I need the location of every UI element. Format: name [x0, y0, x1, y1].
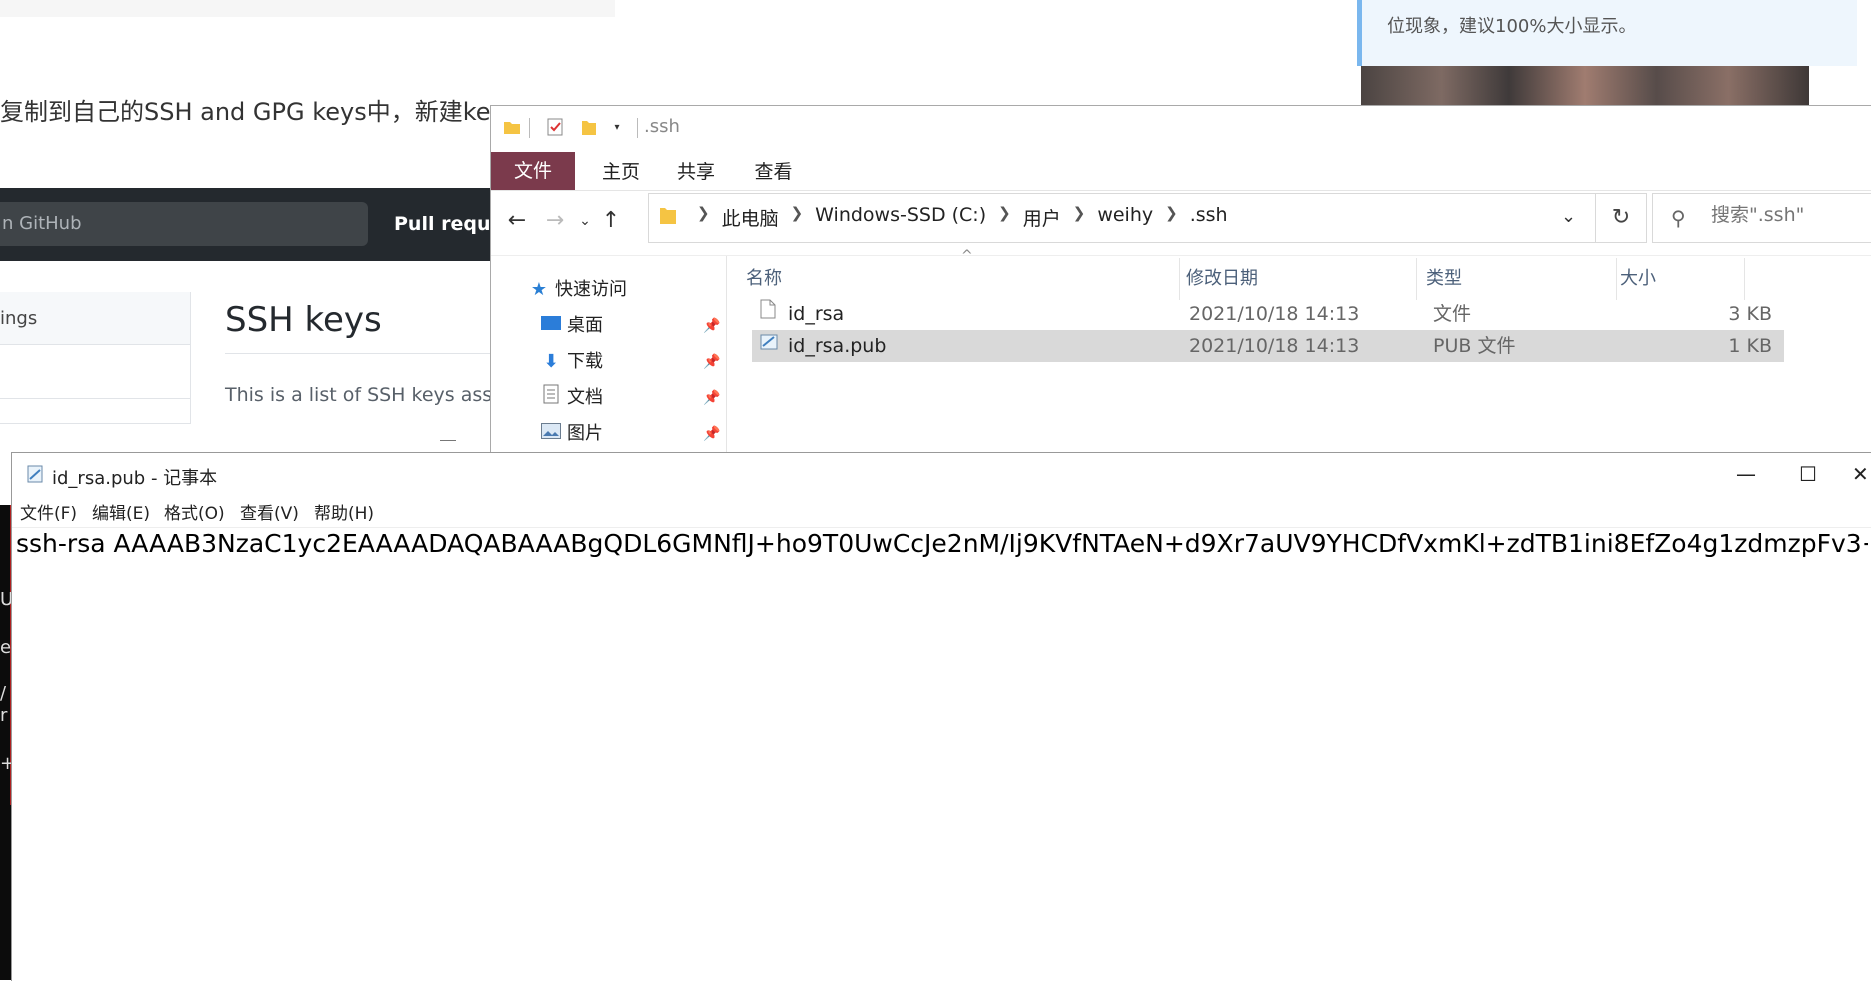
back-arrow-icon[interactable]: ← [503, 206, 531, 236]
breadcrumb-ssh[interactable]: .ssh [1190, 204, 1228, 231]
folder-icon [660, 206, 676, 229]
terminal-glyph: U [0, 589, 11, 610]
divider [225, 353, 495, 354]
new-folder-icon[interactable] [580, 118, 598, 136]
breadcrumb-user[interactable]: weihy [1097, 204, 1153, 231]
github-search-placeholder: n GitHub [2, 213, 82, 234]
file-name: id_rsa.pub [788, 335, 887, 357]
divider [637, 118, 638, 138]
tab-view[interactable]: 查看 [741, 156, 806, 188]
terminal-glyph: e [0, 637, 11, 658]
notepad-titlebar: id_rsa.pub - 记事本 — ☐ ✕ [12, 453, 1871, 495]
file-size: 3 KB [1728, 303, 1772, 325]
sidebar-item-label: 图片 [567, 423, 603, 444]
pin-icon[interactable]: 📌 [703, 318, 720, 334]
file-icon [760, 298, 776, 330]
terminal-glyph: r [0, 705, 8, 726]
breadcrumb-this-pc[interactable]: 此电脑 [722, 204, 779, 231]
up-arrow-icon[interactable]: ↑ [597, 206, 625, 236]
file-explorer-window: ▾ .ssh 文件 主页 共享 查看 ← → ⌄ ↑ ❯ 此电脑 ❯ Windo… [490, 105, 1871, 454]
tab-home[interactable]: 主页 [591, 156, 651, 188]
tab-file[interactable]: 文件 [491, 152, 575, 190]
menu-format[interactable]: 格式(O) [164, 499, 225, 524]
divider [0, 398, 190, 399]
sidebar-item-label: 文档 [567, 387, 603, 408]
column-header-type[interactable]: 类型 [1420, 258, 1617, 300]
github-pull-requests-link[interactable]: Pull reque [394, 213, 503, 235]
chevron-down-icon[interactable]: ⌄ [1561, 206, 1576, 227]
terminal-glyph: + [0, 753, 11, 774]
file-date: 2021/10/18 14:13 [1189, 303, 1360, 325]
menu-file[interactable]: 文件(F) [20, 499, 77, 524]
text-editor-area[interactable]: ssh-rsa AAAAB3NzaC1yc2EAAAADAQABAAABgQDL… [16, 527, 1868, 967]
chevron-right-icon[interactable]: ❯ [998, 204, 1011, 231]
sidebar-item-desktop[interactable]: 桌面 [539, 312, 603, 340]
chevron-right-icon[interactable]: ❯ [791, 204, 804, 231]
column-header-size[interactable]: 大小 [1614, 258, 1745, 300]
sidebar-item-downloads[interactable]: ⬇ 下载 [539, 348, 603, 376]
search-icon: ⚲ [1671, 206, 1686, 230]
document-icon [539, 384, 563, 413]
window-title: .ssh [644, 116, 680, 137]
blog-top-strip [0, 0, 615, 17]
breadcrumb: ❯ 此电脑 ❯ Windows-SSD (C:) ❯ 用户 ❯ weihy ❯ … [685, 204, 1228, 231]
file-date: 2021/10/18 14:13 [1189, 335, 1360, 357]
column-header-date[interactable]: 修改日期 [1180, 258, 1417, 300]
notepad-window: id_rsa.pub - 记事本 — ☐ ✕ 文件(F) 编辑(E) 格式(O)… [11, 452, 1871, 981]
ssh-keys-title: SSH keys [225, 300, 382, 340]
minimize-icon[interactable]: — [1720, 453, 1772, 495]
file-type: 文件 [1433, 303, 1472, 325]
terminal-window-edge: U e / r + [0, 505, 11, 980]
github-sidebar-label[interactable]: ings [0, 308, 37, 329]
picture-icon [539, 420, 563, 448]
column-header-name[interactable]: 名称 [740, 258, 1180, 300]
forward-arrow-icon[interactable]: → [541, 206, 569, 236]
pin-icon[interactable]: 📌 [703, 354, 720, 370]
terminal-glyph: / [0, 683, 7, 704]
sidebar-item-pictures[interactable]: 图片 [539, 420, 603, 448]
menu-help[interactable]: 帮助(H) [314, 499, 374, 524]
sidebar-item-label: 桌面 [567, 315, 603, 336]
file-name: id_rsa [788, 303, 845, 325]
chevron-right-icon[interactable]: ❯ [1073, 204, 1086, 231]
notepad-icon [26, 465, 44, 488]
pin-icon[interactable]: 📌 [703, 426, 720, 442]
table-row[interactable]: id_rsa 2021/10/18 14:13 文件 3 KB [752, 298, 1784, 330]
pub-file-icon [760, 330, 778, 362]
refresh-icon[interactable]: ↻ [1596, 193, 1647, 243]
menu-edit[interactable]: 编辑(E) [92, 499, 150, 524]
breadcrumb-users[interactable]: 用户 [1023, 204, 1061, 231]
window-title: id_rsa.pub - 记事本 [52, 468, 218, 489]
table-row[interactable]: id_rsa.pub 2021/10/18 14:13 PUB 文件 1 KB [752, 330, 1784, 362]
breadcrumb-drive[interactable]: Windows-SSD (C:) [815, 204, 986, 231]
desktop-icon [539, 312, 563, 340]
sidebar-item-label: 快速访问 [555, 279, 627, 300]
ssh-keys-description: This is a list of SSH keys assoc [225, 384, 515, 406]
file-type: PUB 文件 [1433, 335, 1516, 357]
notice-text: 位现象，建议100%大小显示。 [1387, 16, 1637, 37]
search-input[interactable] [1711, 204, 1871, 226]
menu-view[interactable]: 查看(V) [240, 499, 299, 524]
customize-toolbar-icon[interactable]: ▾ [608, 118, 626, 136]
chevron-right-icon[interactable]: ❯ [1165, 204, 1178, 231]
pin-icon[interactable]: 📌 [703, 390, 720, 406]
sidebar-item-quick-access[interactable]: ★ 快速访问 [527, 276, 627, 304]
blog-paragraph: 复制到自己的SSH and GPG keys中，新建key [0, 98, 505, 126]
sidebar-item-documents[interactable]: 文档 [539, 384, 603, 412]
sidebar-item-label: 下载 [567, 351, 603, 372]
maximize-icon[interactable]: ☐ [1782, 453, 1834, 495]
download-icon: ⬇ [543, 351, 559, 372]
chevron-right-icon[interactable]: ❯ [697, 204, 710, 231]
recent-locations-chevron-icon[interactable]: ⌄ [571, 206, 599, 236]
properties-icon[interactable] [546, 118, 564, 136]
blog-photo [1361, 66, 1809, 110]
tab-share[interactable]: 共享 [666, 156, 726, 188]
divider [529, 118, 530, 138]
folder-icon [503, 118, 521, 136]
file-size: 1 KB [1728, 335, 1772, 357]
star-icon: ★ [530, 279, 548, 300]
divider [440, 440, 456, 441]
explorer-titlebar: ▾ .ssh [491, 106, 1871, 148]
close-icon[interactable]: ✕ [1852, 453, 1871, 495]
